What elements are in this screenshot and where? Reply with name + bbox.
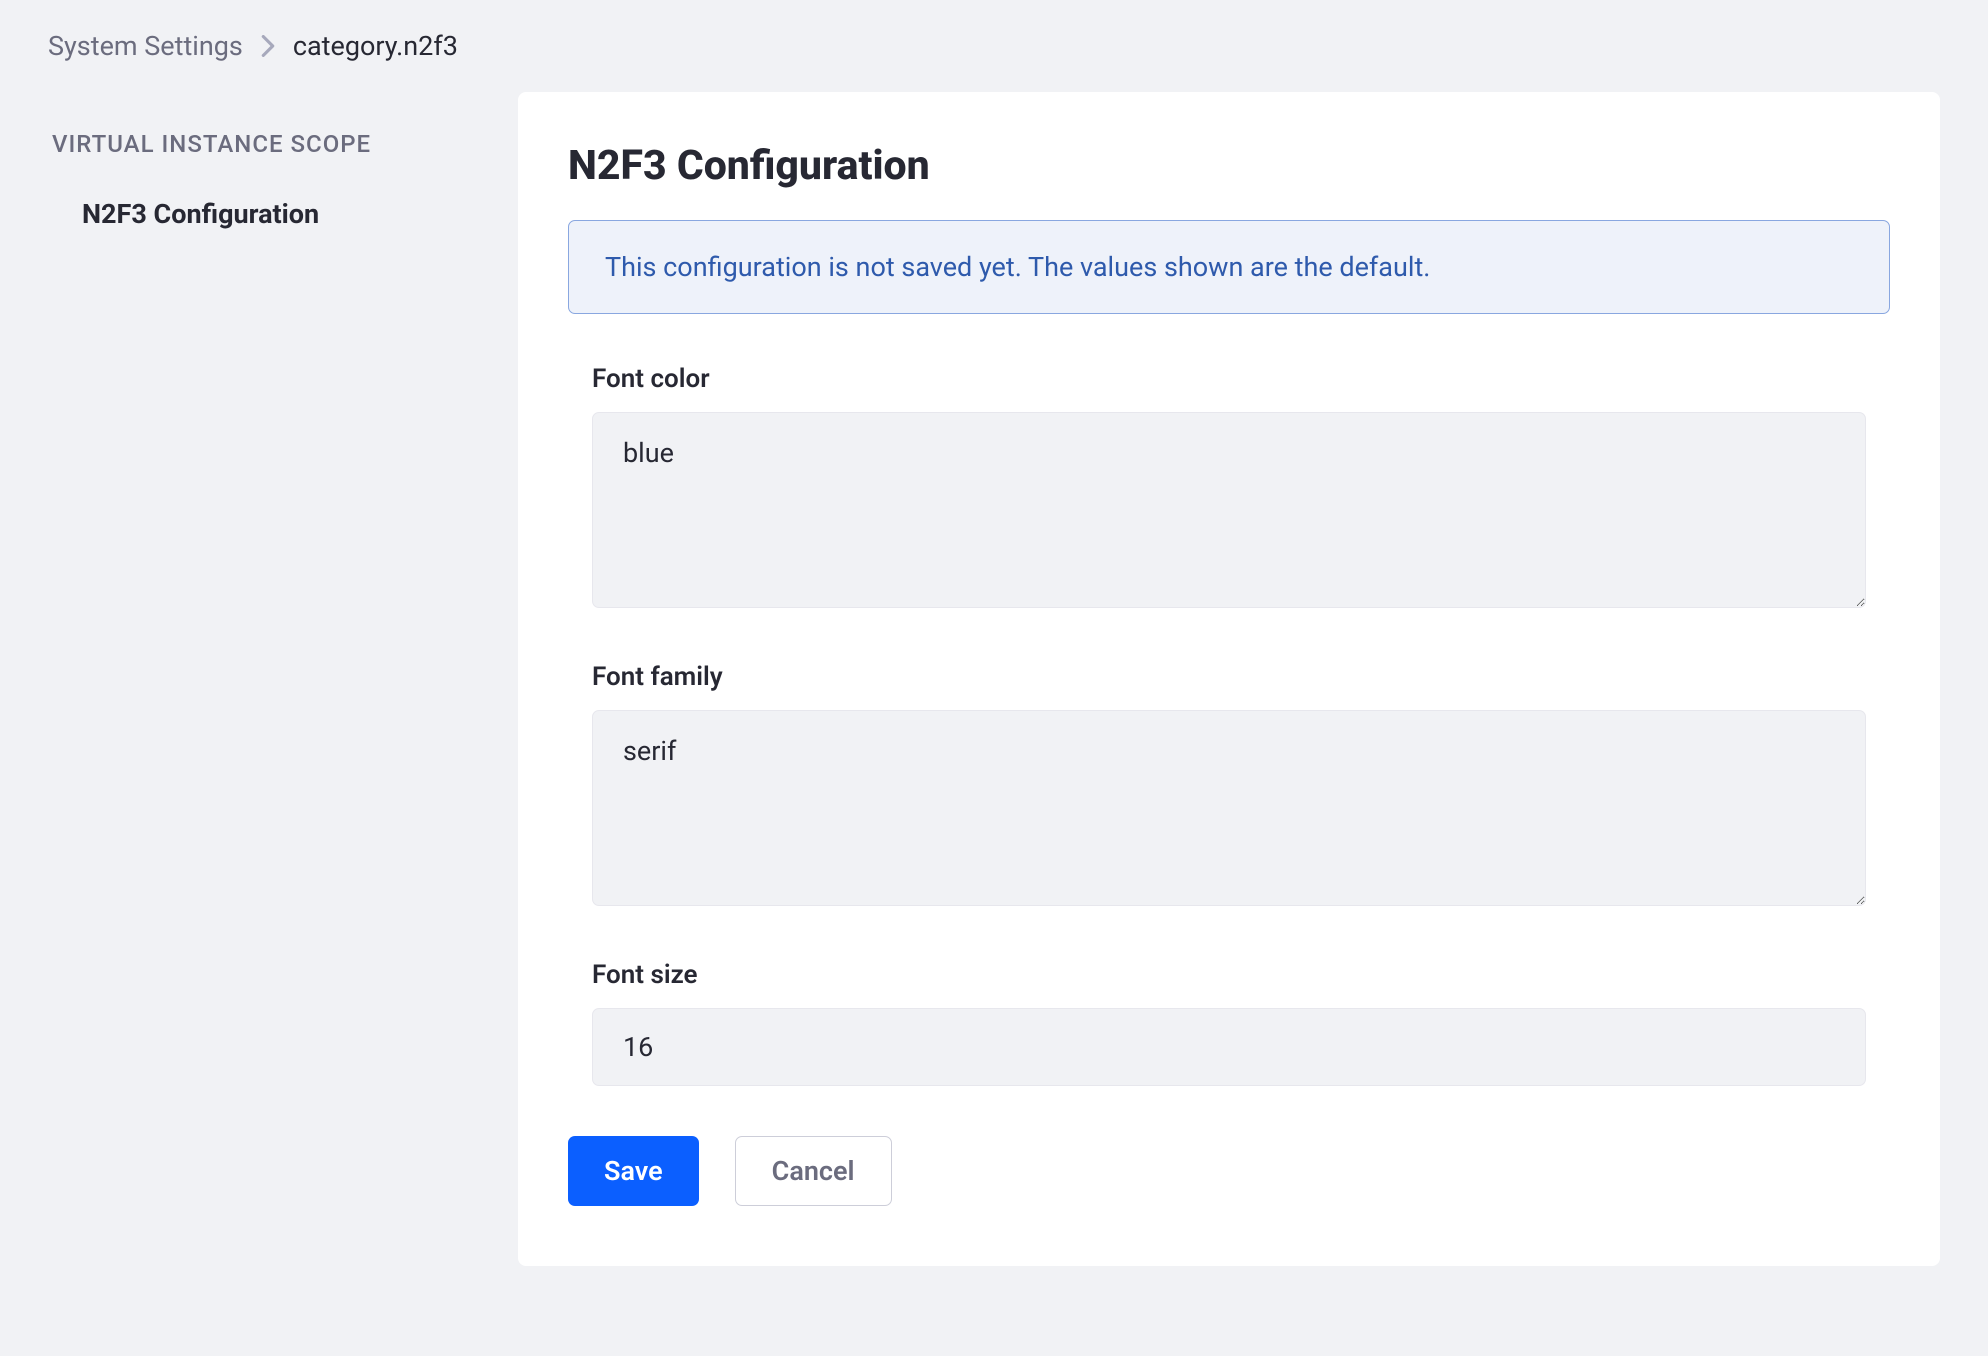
main-card: N2F3 Configuration This configuration is…	[518, 92, 1940, 1266]
sidebar: VIRTUAL INSTANCE SCOPE N2F3 Configuratio…	[48, 92, 518, 230]
sidebar-heading: VIRTUAL INSTANCE SCOPE	[52, 130, 518, 158]
page-title: N2F3 Configuration	[568, 142, 1890, 190]
alert-info: This configuration is not saved yet. The…	[568, 220, 1890, 314]
form-group-font-family: Font family serif	[568, 662, 1890, 910]
font-size-label: Font size	[592, 960, 1866, 990]
save-button[interactable]: Save	[568, 1136, 699, 1206]
breadcrumb-parent-link[interactable]: System Settings	[48, 30, 243, 62]
form-group-font-color: Font color blue	[568, 364, 1890, 612]
font-color-label: Font color	[592, 364, 1866, 394]
chevron-right-icon	[261, 35, 275, 57]
font-family-input[interactable]: serif	[592, 710, 1866, 906]
breadcrumb: System Settings category.n2f3	[0, 0, 1988, 92]
sidebar-item-n2f3-configuration[interactable]: N2F3 Configuration	[52, 198, 518, 230]
font-family-label: Font family	[592, 662, 1866, 692]
form-group-font-size: Font size	[568, 960, 1890, 1086]
breadcrumb-current: category.n2f3	[293, 30, 458, 62]
font-size-input[interactable]	[592, 1008, 1866, 1086]
cancel-button[interactable]: Cancel	[735, 1136, 892, 1206]
font-color-input[interactable]: blue	[592, 412, 1866, 608]
button-row: Save Cancel	[568, 1136, 1890, 1206]
